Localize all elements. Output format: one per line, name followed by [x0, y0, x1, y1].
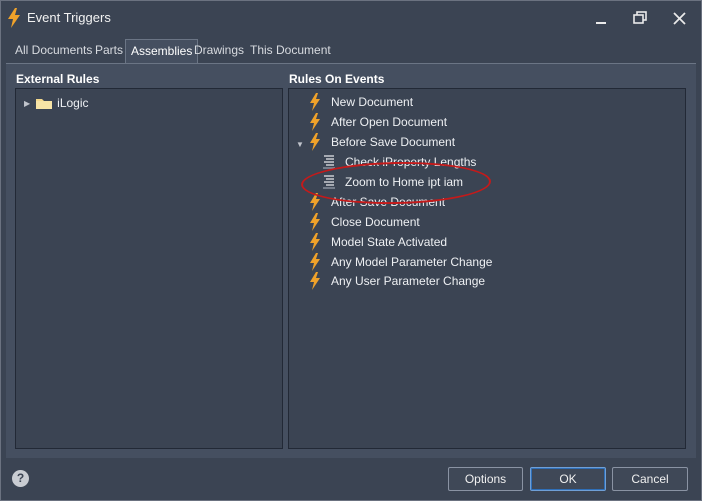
close-icon [672, 11, 686, 25]
bolt-icon [310, 113, 320, 131]
rules-on-events-tree[interactable]: New Document After Open Document ▼ Befor… [288, 88, 686, 449]
event-label: Model State Activated [331, 235, 448, 249]
bolt-icon [310, 193, 320, 211]
tab-content: External Rules Rules On Events ▶ iLogic … [6, 63, 696, 458]
rule-check-iproperty-lengths[interactable]: Check iProperty Lengths [322, 153, 476, 171]
minimize-icon [596, 22, 606, 24]
event-before-save-document[interactable]: Before Save Document [309, 133, 455, 151]
tab-assemblies[interactable]: Assemblies [125, 39, 199, 63]
tab-parts[interactable]: Parts [95, 39, 123, 62]
bolt-icon [310, 272, 320, 290]
rule-label: Zoom to Home ipt iam [345, 175, 464, 189]
close-button[interactable] [667, 7, 691, 29]
event-after-save-document[interactable]: After Save Document [309, 193, 445, 211]
event-label: New Document [331, 95, 414, 109]
external-rules-tree[interactable]: ▶ iLogic [15, 88, 283, 449]
event-label: Any Model Parameter Change [331, 255, 493, 269]
ok-button[interactable]: OK [530, 467, 606, 491]
folder-icon [36, 99, 53, 109]
rules-on-events-header: Rules On Events [289, 72, 385, 86]
minimize-button[interactable] [589, 7, 613, 29]
event-label: Before Save Document [331, 135, 456, 149]
help-icon[interactable]: ? [12, 470, 29, 487]
rule-zoom-to-home-ipt-iam[interactable]: Zoom to Home ipt iam [322, 173, 463, 191]
bolt-icon [310, 213, 320, 231]
event-triggers-dialog: Event Triggers All Documents Parts Assem… [0, 0, 702, 501]
bolt-icon [310, 233, 320, 251]
event-after-open-document[interactable]: After Open Document [309, 113, 447, 131]
tab-drawings[interactable]: Drawings [194, 39, 244, 62]
window-title: Event Triggers [27, 10, 111, 25]
bolt-icon [310, 93, 320, 111]
rule-script-icon [323, 155, 335, 169]
bolt-icon [310, 253, 320, 271]
title-bar[interactable]: Event Triggers [1, 1, 701, 35]
bolt-icon [310, 133, 320, 151]
rule-script-icon [323, 175, 335, 189]
external-rules-header: External Rules [16, 72, 100, 86]
event-any-user-parameter-change[interactable]: Any User Parameter Change [309, 272, 485, 290]
rule-label: Check iProperty Lengths [345, 155, 477, 169]
expand-arrow-icon[interactable]: ▶ [24, 99, 30, 108]
event-any-model-parameter-change[interactable]: Any Model Parameter Change [309, 253, 492, 271]
bolt-icon [8, 8, 20, 28]
event-label: Close Document [331, 215, 420, 229]
tab-this-document[interactable]: This Document [250, 39, 331, 62]
event-model-state-activated[interactable]: Model State Activated [309, 233, 447, 251]
restore-button[interactable] [628, 7, 652, 29]
event-close-document[interactable]: Close Document [309, 213, 420, 231]
event-new-document[interactable]: New Document [309, 93, 413, 111]
tab-all-documents[interactable]: All Documents [15, 39, 92, 62]
options-button[interactable]: Options [448, 467, 523, 491]
tree-item-ilogic[interactable]: ▶ iLogic [24, 94, 89, 112]
tree-item-label: iLogic [57, 96, 89, 110]
document-type-tabs: All Documents Parts Assemblies Drawings … [1, 39, 701, 63]
collapse-arrow-icon[interactable]: ▼ [296, 140, 304, 149]
event-label: After Save Document [331, 195, 446, 209]
event-label: Any User Parameter Change [331, 274, 486, 288]
cancel-button[interactable]: Cancel [612, 467, 688, 491]
event-label: After Open Document [331, 115, 448, 129]
restore-icon [633, 11, 647, 24]
